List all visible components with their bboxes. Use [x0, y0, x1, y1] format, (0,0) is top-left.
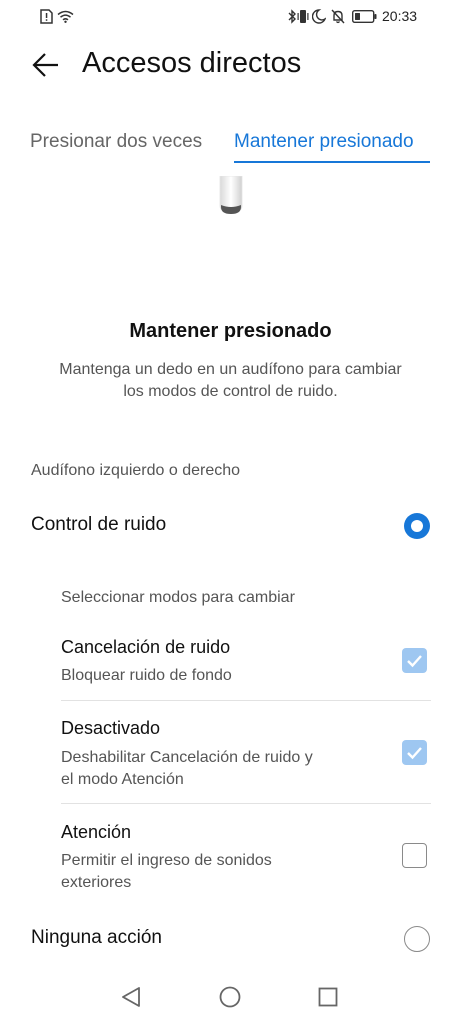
status-time: 20:33	[382, 8, 418, 24]
mode-item-noise-cancellation[interactable]: Cancelación de ruido Bloquear ruido de f…	[0, 628, 461, 700]
back-triangle-icon[interactable]	[121, 986, 141, 1008]
option-no-action[interactable]: Ninguna acción	[0, 914, 461, 966]
checkbox-unchecked-icon[interactable]	[402, 843, 427, 868]
battery-icon	[352, 10, 377, 23]
mode-item-deactivated[interactable]: Desactivado Deshabilitar Cancelación de …	[0, 710, 461, 802]
bluetooth-icon	[288, 9, 296, 24]
mode-subtitle-line1: Permitir el ingreso de sonidos	[61, 852, 272, 869]
gesture-description-line2: los modos de control de ruido.	[123, 383, 338, 400]
option-no-action-label: Ninguna acción	[31, 927, 162, 948]
home-circle-icon[interactable]	[219, 986, 241, 1008]
mode-subtitle-line2: el modo Atención	[61, 771, 184, 788]
mode-subtitle-line2: exteriores	[61, 874, 132, 891]
sim-alert-icon	[40, 9, 53, 24]
mode-subtitle-line1: Deshabilitar Cancelación de ruido y	[61, 749, 313, 766]
option-noise-control-label: Control de ruido	[31, 514, 167, 535]
mode-title: Desactivado	[61, 718, 161, 738]
recents-square-icon[interactable]	[318, 987, 338, 1007]
gesture-description-line1: Mantenga un dedo en un audífono para cam…	[59, 361, 402, 378]
mode-title: Cancelación de ruido	[61, 637, 231, 657]
no-action-radio[interactable]	[404, 926, 430, 952]
moon-icon	[312, 9, 326, 24]
mode-item-attention[interactable]: Atención Permitir el ingreso de sonidos …	[0, 813, 461, 905]
noise-control-radio[interactable]	[404, 513, 430, 539]
arrow-left-icon[interactable]	[32, 52, 60, 78]
earbud-image	[219, 176, 243, 214]
vibrate-icon	[297, 10, 309, 23]
checkbox-checked-icon[interactable]	[402, 740, 427, 765]
mode-title: Atención	[61, 822, 132, 842]
earbud-section-label: Audífono izquierdo o derecho	[31, 462, 241, 479]
tab-double-press[interactable]: Presionar dos veces	[30, 131, 202, 153]
mute-icon	[331, 9, 345, 24]
tab-press-and-hold[interactable]: Mantener presionado	[234, 131, 414, 153]
mode-subtitle: Bloquear ruido de fondo	[61, 667, 232, 684]
wifi-icon	[57, 10, 74, 23]
active-tab-indicator	[234, 161, 430, 163]
checkbox-checked-icon[interactable]	[402, 648, 427, 673]
gesture-title: Mantener presionado	[129, 320, 332, 342]
divider	[61, 700, 431, 701]
modes-section-label: Seleccionar modos para cambiar	[61, 589, 295, 606]
divider	[61, 803, 431, 804]
page-title: Accesos directos	[82, 47, 302, 79]
option-noise-control[interactable]: Control de ruido	[0, 500, 461, 552]
